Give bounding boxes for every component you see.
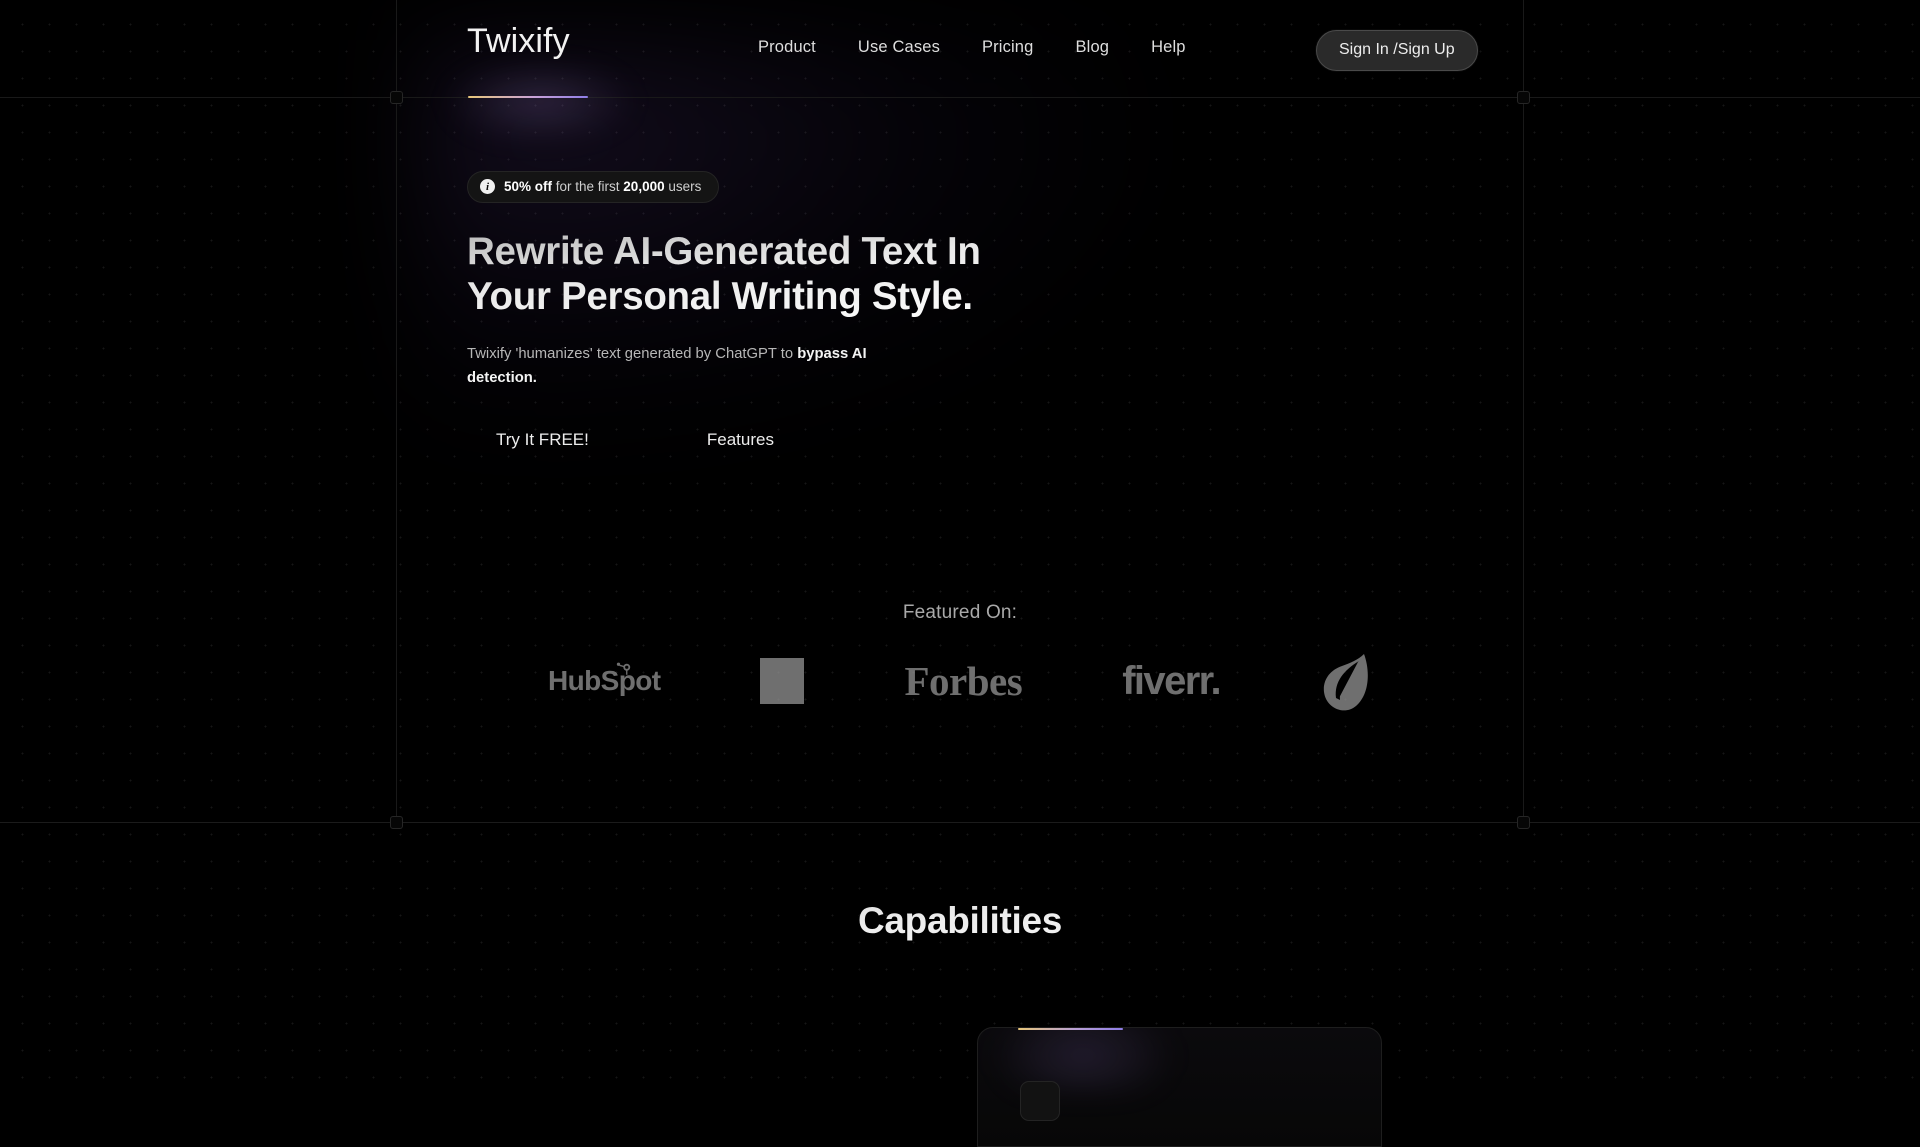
- section-divider: [0, 822, 1920, 823]
- site-header: Twixify Product Use Cases Pricing Blog H…: [0, 0, 1920, 97]
- leaf-icon: [1320, 650, 1372, 712]
- logo-leaf: [1320, 645, 1372, 717]
- logo-placeholder-square: [760, 645, 804, 717]
- hero-headline-line-1: Rewrite AI-Generated Text In: [467, 230, 981, 273]
- nav-item-use-cases[interactable]: Use Cases: [858, 38, 940, 57]
- sign-in-sign-up-button[interactable]: Sign In /Sign Up: [1316, 30, 1478, 71]
- capabilities-title: Capabilities: [0, 900, 1920, 942]
- logo-fiverr-text: fiverr.: [1122, 659, 1220, 704]
- featured-logo-row: HubSpot Forbes fiverr.: [0, 645, 1920, 717]
- hero-headline: Rewrite AI-Generated Text In Your Person…: [467, 229, 1107, 319]
- logo-hubspot-text: HubSpot: [548, 665, 660, 696]
- hero-headline-line-2: Your Personal Writing Style.: [467, 275, 973, 318]
- grid-line-horizontal-top: [0, 97, 1920, 98]
- logo-fiverr: fiverr.: [1122, 645, 1220, 717]
- nav-item-pricing[interactable]: Pricing: [982, 38, 1034, 57]
- nav-item-help[interactable]: Help: [1151, 38, 1186, 57]
- promo-badge-middle: for the first: [552, 179, 623, 194]
- promo-badge-suffix: users: [665, 179, 702, 194]
- capability-card-glow: [988, 1027, 1178, 1092]
- main-navigation: Product Use Cases Pricing Blog Help: [758, 38, 1186, 57]
- hero-subheadline-text: Twixify 'humanizes' text generated by Ch…: [467, 346, 797, 362]
- hero-cta-row: Try It FREE! Features: [467, 418, 803, 462]
- capability-card-accent-bar: [1018, 1028, 1123, 1030]
- logo-forbes: Forbes: [904, 645, 1022, 717]
- promo-badge-discount: 50% off: [504, 179, 552, 194]
- hero-subheadline: Twixify 'humanizes' text generated by Ch…: [467, 342, 892, 391]
- nav-item-blog[interactable]: Blog: [1075, 38, 1109, 57]
- capability-card[interactable]: [977, 1027, 1382, 1147]
- brand-logo[interactable]: Twixify: [467, 22, 570, 61]
- logo-hubspot: HubSpot: [548, 645, 660, 717]
- capability-card-icon: [1020, 1081, 1060, 1121]
- promo-badge-text: 50% off for the first 20,000 users: [504, 179, 701, 194]
- featured-on-label: Featured On:: [0, 602, 1920, 624]
- nav-item-product[interactable]: Product: [758, 38, 816, 57]
- promo-badge[interactable]: i 50% off for the first 20,000 users: [467, 171, 719, 203]
- info-icon: i: [480, 179, 495, 194]
- hubspot-sprocket-icon: [614, 662, 632, 680]
- promo-badge-count: 20,000: [623, 179, 664, 194]
- logo-forbes-text: Forbes: [904, 657, 1022, 705]
- try-it-free-button[interactable]: Try It FREE!: [467, 418, 618, 462]
- features-button[interactable]: Features: [678, 418, 803, 462]
